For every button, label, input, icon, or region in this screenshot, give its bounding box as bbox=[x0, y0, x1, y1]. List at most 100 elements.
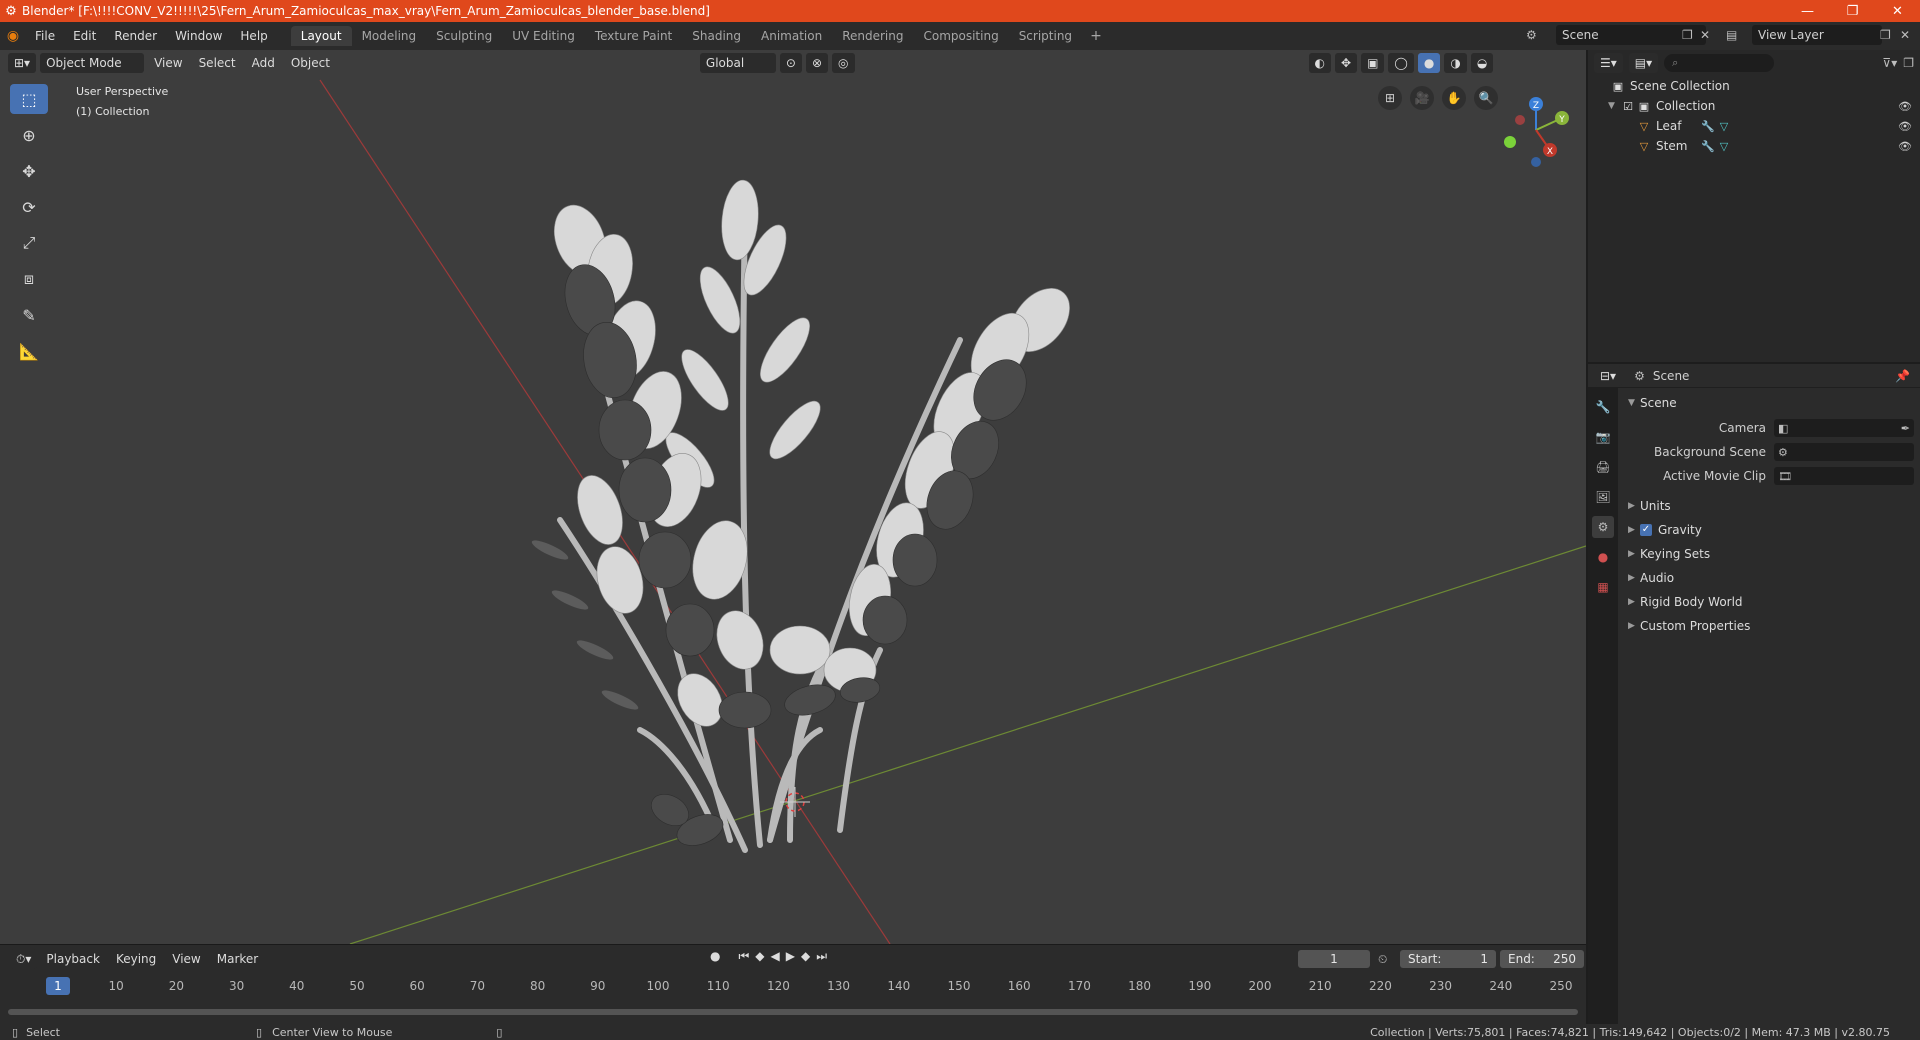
minimize-button[interactable]: — bbox=[1785, 4, 1830, 19]
timeline-menu-keying[interactable]: Keying bbox=[109, 952, 163, 966]
mode-selector[interactable]: Object Mode bbox=[40, 53, 145, 73]
leaf-mesh-data-icon[interactable]: ▽ bbox=[1716, 120, 1732, 133]
tab-shading[interactable]: Shading bbox=[682, 26, 751, 46]
jump-start-icon[interactable]: ⏮ bbox=[738, 949, 749, 964]
outliner-object-leaf[interactable]: ▽ Leaf 🔧 ▽ 👁 bbox=[1588, 116, 1920, 136]
render-tab-icon[interactable]: 📷 bbox=[1592, 426, 1614, 448]
gravity-panel[interactable]: ▶ ✓ Gravity bbox=[1620, 518, 1920, 542]
jump-keyframe-forward-icon[interactable]: ◆ bbox=[801, 949, 810, 964]
delete-scene-icon[interactable]: ✕ bbox=[1700, 28, 1710, 42]
rigid-body-world-panel[interactable]: ▶ Rigid Body World bbox=[1620, 590, 1920, 614]
scale-tool[interactable]: ⤢ bbox=[10, 228, 48, 258]
delete-view-layer-icon[interactable]: ✕ bbox=[1900, 28, 1910, 42]
new-scene-icon[interactable]: ❐ bbox=[1682, 28, 1693, 42]
world-tab-icon[interactable]: ● bbox=[1592, 546, 1614, 568]
maximize-button[interactable]: ❐ bbox=[1830, 4, 1875, 19]
filter-icon[interactable]: ⊽▾ bbox=[1882, 56, 1897, 70]
viewport-menu-select[interactable]: Select bbox=[193, 56, 242, 70]
play-reverse-icon[interactable]: ◀ bbox=[771, 949, 780, 964]
solid-shading-button[interactable]: ● bbox=[1417, 53, 1441, 73]
play-icon[interactable]: ▶ bbox=[786, 949, 795, 964]
scene-type-icon[interactable]: ⚙ bbox=[1526, 28, 1537, 42]
leaf-modifier-icon[interactable]: 🔧 bbox=[1700, 120, 1716, 133]
rendered-shading-button[interactable]: ◒ bbox=[1470, 53, 1494, 73]
outliner-collection[interactable]: ▼ ☑ ▣ Collection 👁 bbox=[1588, 96, 1920, 116]
gravity-checkbox[interactable]: ✓ bbox=[1640, 524, 1652, 536]
stem-visibility-icon[interactable]: 👁 bbox=[1898, 140, 1912, 153]
blender-logo-icon[interactable]: ◉ bbox=[0, 28, 26, 44]
pan-hand-icon[interactable]: ✋ bbox=[1442, 86, 1466, 110]
collection-checkbox-icon[interactable]: ☑ bbox=[1620, 100, 1636, 113]
pivot-point-button[interactable]: ⊙ bbox=[779, 53, 802, 73]
transform-tool[interactable]: ⧈ bbox=[10, 264, 48, 294]
active-movie-clip-field[interactable]: 🎞 bbox=[1774, 467, 1914, 485]
3d-viewport[interactable]: ⊞▾ Object Mode View Select Add Object Gl… bbox=[0, 50, 1586, 944]
output-tab-icon[interactable]: 🖨 bbox=[1592, 456, 1614, 478]
view-layer-tab-icon[interactable]: 🖼 bbox=[1592, 486, 1614, 508]
scene-panel-header[interactable]: ▼ Scene bbox=[1620, 392, 1920, 414]
current-frame-field[interactable]: 1 bbox=[1298, 950, 1370, 968]
editor-type-button[interactable]: ⊞▾ bbox=[8, 53, 37, 73]
camera-field[interactable]: ◧ ✒ bbox=[1774, 419, 1914, 437]
timeline-scrollbar[interactable] bbox=[8, 1009, 1578, 1015]
grid-view-icon[interactable]: ⊞ bbox=[1378, 86, 1402, 110]
start-frame-field[interactable]: Start: 1 bbox=[1400, 950, 1496, 968]
close-button[interactable]: ✕ bbox=[1875, 4, 1920, 19]
jump-end-icon[interactable]: ⏭ bbox=[816, 949, 827, 964]
record-icon[interactable]: ● bbox=[710, 949, 720, 964]
collection-visibility-icon[interactable]: 👁 bbox=[1898, 100, 1912, 113]
tool-settings-tab-icon[interactable]: 🔧 bbox=[1592, 396, 1614, 418]
tab-modeling[interactable]: Modeling bbox=[352, 26, 427, 46]
display-mode-button[interactable]: ▤▾ bbox=[1628, 53, 1659, 73]
stem-mesh-data-icon[interactable]: ▽ bbox=[1716, 140, 1732, 153]
stem-modifier-icon[interactable]: 🔧 bbox=[1700, 140, 1716, 153]
outliner-editor-type-button[interactable]: ☰▾ bbox=[1594, 53, 1623, 73]
tab-scripting[interactable]: Scripting bbox=[1009, 26, 1082, 46]
leaf-visibility-icon[interactable]: 👁 bbox=[1898, 120, 1912, 133]
cursor-tool[interactable]: ⊕ bbox=[10, 120, 48, 150]
viewport-menu-add[interactable]: Add bbox=[246, 56, 281, 70]
rotate-tool[interactable]: ⟳ bbox=[10, 192, 48, 222]
timeline-ruler[interactable]: 1 10 20 30 40 50 60 70 80 90 100 110 120 130 140 150 16… bbox=[8, 975, 1578, 999]
add-workspace-button[interactable]: + bbox=[1082, 28, 1110, 44]
scene-tab-icon[interactable]: ⚙ bbox=[1592, 516, 1614, 538]
expand-collection-icon[interactable]: ▼ bbox=[1608, 101, 1620, 111]
background-scene-field[interactable]: ⚙ bbox=[1774, 443, 1914, 461]
move-tool[interactable]: ✥ bbox=[10, 156, 48, 186]
units-panel[interactable]: ▶ Units bbox=[1620, 494, 1920, 518]
jump-keyframe-back-icon[interactable]: ◆ bbox=[755, 949, 764, 964]
keying-sets-panel[interactable]: ▶ Keying Sets bbox=[1620, 542, 1920, 566]
tab-animation[interactable]: Animation bbox=[751, 26, 832, 46]
timeline-menu-playback[interactable]: Playback bbox=[39, 952, 107, 966]
outliner-search-input[interactable]: ⌕ bbox=[1664, 54, 1775, 72]
new-collection-icon[interactable]: ❐ bbox=[1903, 56, 1914, 70]
outliner-scene-collection[interactable]: ▣ Scene Collection bbox=[1588, 76, 1920, 96]
viewport-menu-object[interactable]: Object bbox=[285, 56, 336, 70]
pin-icon[interactable]: 📌 bbox=[1895, 369, 1910, 383]
tab-sculpting[interactable]: Sculpting bbox=[426, 26, 502, 46]
menu-help[interactable]: Help bbox=[231, 29, 276, 43]
menu-render[interactable]: Render bbox=[105, 29, 166, 43]
snap-toggle[interactable]: ⊗ bbox=[805, 53, 829, 73]
eyedropper-icon[interactable]: ✒ bbox=[1901, 422, 1910, 435]
proportional-edit-toggle[interactable]: ◎ bbox=[832, 53, 855, 73]
menu-file[interactable]: File bbox=[26, 29, 64, 43]
timeline-editor-type-button[interactable]: ⏱▾ bbox=[10, 949, 38, 969]
use-preview-range-icon[interactable]: ⏲ bbox=[1378, 952, 1387, 967]
timeline-editor[interactable]: ⏱▾ Playback Keying View Marker ● ⏮ ◆ ◀ ▶… bbox=[0, 944, 1586, 1024]
material-shading-button[interactable]: ◑ bbox=[1444, 53, 1467, 73]
timeline-menu-view[interactable]: View bbox=[165, 952, 207, 966]
view-layer-icon[interactable]: ▤ bbox=[1726, 28, 1737, 42]
annotate-tool[interactable]: ✎ bbox=[10, 300, 48, 330]
outliner-object-stem[interactable]: ▽ Stem 🔧 ▽ 👁 bbox=[1588, 136, 1920, 156]
overlays-toggle[interactable]: ◐ bbox=[1308, 53, 1332, 73]
properties-editor[interactable]: ⊟▾ ⚙ Scene 📌 🔧 📷 🖨 🖼 ⚙ ● ▦ ▼ Scene Camer… bbox=[1588, 364, 1920, 1024]
texture-tab-icon[interactable]: ▦ bbox=[1592, 576, 1614, 598]
camera-view-icon[interactable]: 🎥 bbox=[1410, 86, 1434, 110]
audio-panel[interactable]: ▶ Audio bbox=[1620, 566, 1920, 590]
tab-uv-editing[interactable]: UV Editing bbox=[502, 26, 585, 46]
view-layer-selector[interactable]: View Layer bbox=[1752, 25, 1882, 45]
tab-rendering[interactable]: Rendering bbox=[832, 26, 913, 46]
timeline-menu-marker[interactable]: Marker bbox=[210, 952, 265, 966]
zoom-icon[interactable]: 🔍 bbox=[1474, 86, 1498, 110]
